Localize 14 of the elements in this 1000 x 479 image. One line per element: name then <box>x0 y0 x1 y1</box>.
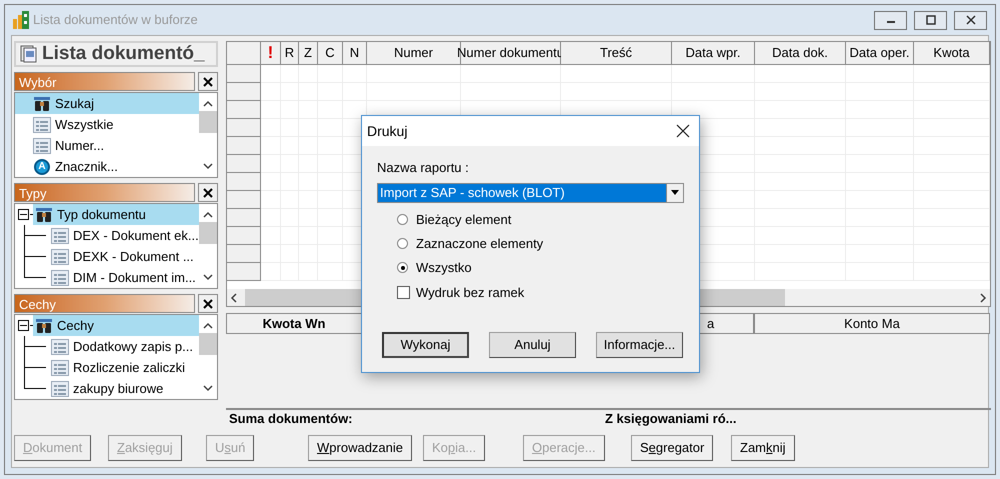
section-header: Cechy <box>14 294 195 313</box>
report-label: Nazwa raportu : <box>377 159 470 177</box>
marker-icon: A <box>34 158 50 174</box>
postings-label: Z księgowaniami ró... <box>605 410 736 428</box>
option-label: Bieżący element <box>416 210 512 229</box>
documents-sum-label: Suma dokumentów: <box>229 410 354 428</box>
section-header: Wybór <box>14 72 195 91</box>
panel-title: Lista dokumentó_ <box>14 41 218 67</box>
window-title: Lista dokumentów w buforze <box>33 11 198 30</box>
option-label: Wszystko <box>416 258 472 277</box>
checkbox-label: Wydruk bez ramek <box>416 284 524 302</box>
section-header: Typy <box>14 183 195 202</box>
dialog-title: Drukuj <box>367 122 408 141</box>
option-label: Zaznaczone elementy <box>416 234 544 253</box>
